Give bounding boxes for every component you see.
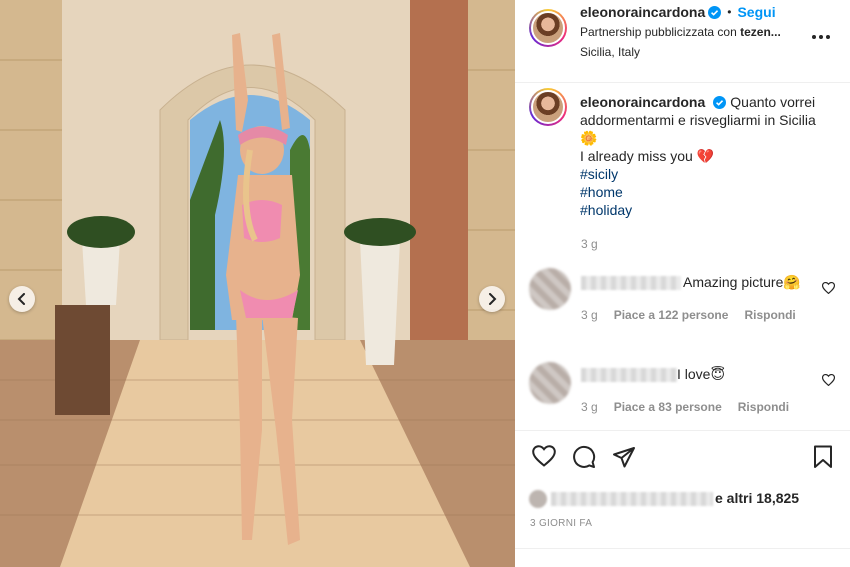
smiling-halo-emoji: 😇 [710, 366, 726, 382]
partnership-prefix: Partnership pubblicizzata con [580, 25, 737, 39]
caption-username[interactable]: eleonoraincardona [580, 94, 705, 110]
hashtag-sicily[interactable]: #sicily [580, 165, 835, 183]
caption-text-2: I already miss you [580, 148, 693, 164]
author-avatar[interactable] [529, 9, 567, 47]
comment-meta: 3 g Piace a 122 persone Rispondi [581, 308, 796, 322]
comment-icon[interactable] [572, 445, 596, 469]
comment-text: Amazing picture🤗 [683, 274, 801, 291]
post-header: eleonoraincardona • Segui Partnership pu… [515, 0, 850, 83]
author-row: eleonoraincardona • Segui [580, 3, 776, 21]
author-username[interactable]: eleonoraincardona [580, 4, 705, 20]
hashtag-home[interactable]: #home [580, 183, 835, 201]
comment-like-heart-icon[interactable] [822, 374, 835, 386]
likes-summary[interactable]: e altri 18,825 [529, 490, 829, 508]
commenter-avatar[interactable] [529, 268, 571, 310]
heart-icon[interactable] [532, 445, 556, 467]
separator-dot: • [727, 5, 732, 19]
hug-emoji: 🤗 [783, 274, 801, 290]
carousel-next-button[interactable] [479, 286, 505, 312]
action-bar [515, 430, 850, 486]
comment-like-heart-icon[interactable] [822, 282, 835, 294]
comment-meta: 3 g Piace a 83 persone Rispondi [581, 400, 789, 414]
post-photo[interactable] [0, 0, 515, 567]
chevron-right-icon [489, 293, 497, 305]
sunflower-emoji: 🌼 [580, 130, 598, 146]
verified-badge-icon [713, 96, 727, 109]
comment-text: I love😇 [677, 366, 725, 383]
chevron-left-icon [17, 293, 25, 305]
liker-avatar [529, 490, 547, 508]
post-date[interactable]: 3 GIORNI FA [530, 518, 592, 529]
caption-avatar[interactable] [529, 88, 567, 126]
reply-button[interactable]: Rispondi [744, 308, 795, 322]
paid-partnership-label: Partnership pubblicizzata con tezen... [580, 25, 781, 39]
comment-likes[interactable]: Piace a 122 persone [614, 308, 729, 322]
verified-badge-icon [708, 5, 722, 19]
more-options-icon[interactable] [812, 30, 834, 44]
comment-likes[interactable]: Piace a 83 persone [614, 400, 722, 414]
location-link[interactable]: Sicilia, Italy [580, 45, 640, 59]
liker-names-redacted [551, 492, 713, 506]
comment-timestamp[interactable]: 3 g [581, 308, 598, 322]
partner-link[interactable]: tezen... [740, 25, 781, 39]
commenter-username-redacted[interactable] [581, 276, 681, 290]
caption: eleonoraincardona Quanto vorrei addormen… [580, 93, 835, 219]
photo-scene [0, 0, 515, 567]
comment-timestamp[interactable]: 3 g [581, 400, 598, 414]
commenter-avatar[interactable] [529, 362, 571, 404]
broken-heart-emoji: 💔 [696, 148, 715, 164]
hashtag-holiday[interactable]: #holiday [580, 201, 835, 219]
carousel-prev-button[interactable] [9, 286, 35, 312]
comment-body: Amazing picture [683, 274, 784, 290]
bookmark-icon[interactable] [813, 445, 833, 469]
commenter-username-redacted[interactable] [581, 368, 677, 382]
comment-body: I love [677, 366, 711, 382]
caption-timestamp[interactable]: 3 g [581, 237, 598, 251]
likes-count[interactable]: e altri 18,825 [715, 490, 799, 506]
reply-button[interactable]: Rispondi [738, 400, 789, 414]
add-comment-bar[interactable] [515, 548, 850, 567]
post-side-panel: eleonoraincardona • Segui Partnership pu… [515, 0, 850, 567]
follow-button[interactable]: Segui [737, 4, 775, 20]
paper-plane-icon[interactable] [612, 445, 636, 469]
